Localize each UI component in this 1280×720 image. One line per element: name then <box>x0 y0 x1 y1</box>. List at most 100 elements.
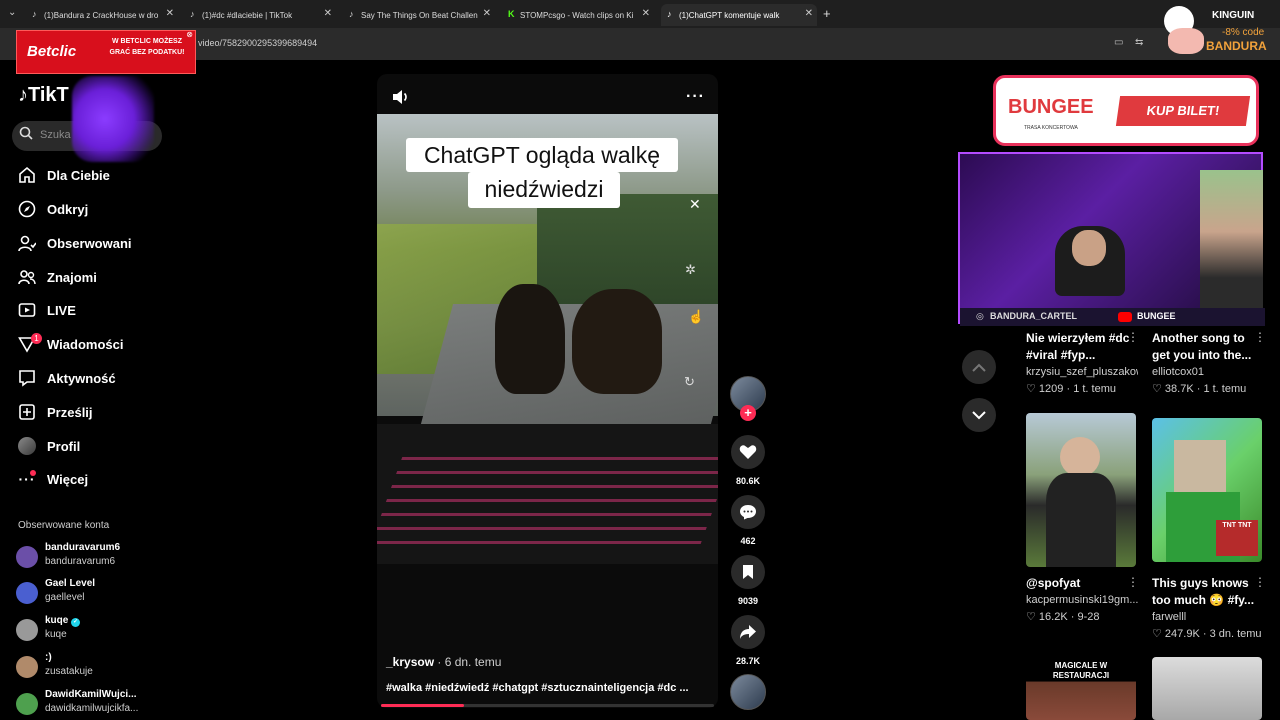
video-author[interactable]: _krysow · 6 dn. temu <box>386 655 501 669</box>
tab-close-icon[interactable]: ✕ <box>805 8 813 19</box>
bear-left <box>495 284 565 394</box>
tiktok-logo[interactable]: ♪TikT <box>18 84 69 107</box>
purple-overlay-graphic <box>72 76 154 162</box>
sparkle-icon: ✲ <box>685 262 696 277</box>
account-name: banduravarum6 <box>45 542 121 553</box>
tab-close-icon[interactable]: ✕ <box>483 8 491 19</box>
compass-icon <box>18 200 36 218</box>
next-creator-avatar[interactable] <box>730 674 766 710</box>
rec-title[interactable]: @spofyat <box>1026 575 1138 592</box>
rec-user[interactable]: krzysiu_szef_pluszakow <box>1026 366 1138 378</box>
more-options-icon[interactable]: ··· <box>686 88 705 106</box>
followed-accounts-title: Obserwowane konta <box>18 520 110 531</box>
close-overlay-icon[interactable]: ✕ <box>689 196 701 213</box>
followed-account[interactable]: Gael Level gaellevel <box>16 578 166 608</box>
rec-thumbnail[interactable] <box>1152 657 1262 720</box>
rec-title[interactable]: This guys knows too much 😳 #fy... <box>1152 575 1264 609</box>
buy-ticket-button[interactable]: KUP BILET! <box>1115 96 1251 126</box>
new-tab-button[interactable]: + <box>823 6 831 21</box>
bear-right <box>572 289 662 394</box>
sidebar-item-live[interactable]: LIVE <box>18 299 76 321</box>
browser-tab-1[interactable]: ♪ (1)Bandura z CrackHouse w dro ✕ <box>26 4 178 26</box>
betclic-logo: Betclic <box>27 43 77 60</box>
ad-close-icon[interactable]: ⊗ <box>186 30 193 39</box>
search-placeholder: Szuka <box>40 129 71 141</box>
tab-close-icon[interactable]: ✕ <box>166 8 174 19</box>
sidebar-item-dla-ciebie[interactable]: Dla Ciebie <box>18 164 110 186</box>
save-count: 9039 <box>737 596 759 606</box>
avatar <box>16 619 38 641</box>
rec-user[interactable]: elliotcox01 <box>1152 366 1264 378</box>
kick-favicon-icon: K <box>508 9 515 19</box>
tab-close-icon[interactable]: ✕ <box>642 8 650 19</box>
sidebar-item-label: Aktywność <box>47 370 116 386</box>
browser-tab-4[interactable]: K STOMPcsgo - Watch clips on Ki ✕ <box>502 4 654 26</box>
sidebar-item-label: Dla Ciebie <box>47 167 110 183</box>
browser-tab-bar: ⌄ ♪ (1)Bandura z CrackHouse w dro ✕ ♪ (1… <box>0 0 1280 28</box>
bungee-ad[interactable]: BUNGEE TRASA KONCERTOWA KUP BILET! <box>993 75 1259 146</box>
translate-icon[interactable]: ⇆ <box>1135 37 1143 48</box>
avatar-icon <box>18 437 36 455</box>
video-progress-bar[interactable] <box>381 704 714 707</box>
like-count: 80.6K <box>735 476 761 486</box>
comment-button[interactable]: 462 <box>730 495 766 546</box>
rec-thumbnail[interactable]: MAGICALE W RESTAURACJI <box>1026 657 1136 720</box>
video-hashtags[interactable]: #walka #niedźwiedź #chatgpt #sztucznaint… <box>386 682 689 694</box>
stream-brand: BUNGEE <box>1137 311 1176 321</box>
rec-title[interactable]: Another song to get you into the... <box>1152 330 1264 364</box>
browser-tab-5-active[interactable]: ♪ (1)ChatGPT komentuje walk ✕ <box>661 4 817 26</box>
sidebar-item-profil[interactable]: Profil <box>18 435 80 457</box>
tab-close-icon[interactable]: ✕ <box>324 8 332 19</box>
comment-icon <box>731 495 765 529</box>
tab-title: Say The Things On Beat Challen <box>361 10 478 20</box>
account-handle: gaellevel <box>45 592 85 603</box>
account-name: DawidKamilWujci... <box>45 689 137 700</box>
cast-icon[interactable]: ▭ <box>1114 37 1123 48</box>
followed-account[interactable]: kuqe ✓ kuqe <box>16 615 166 645</box>
followed-account[interactable]: banduravarum6 banduravarum6 <box>16 542 166 572</box>
sidebar-item-znajomi[interactable]: Znajomi <box>18 266 97 288</box>
sidebar-item-odkryj[interactable]: Odkryj <box>18 198 88 220</box>
rec-title[interactable]: Nie wierzyłem #dc #viral #fyp... <box>1026 330 1138 364</box>
kebab-menu-icon[interactable]: ⋮ <box>1254 575 1266 589</box>
previous-video-button[interactable] <box>962 350 996 384</box>
sidebar-item-wiecej[interactable]: ··· Więcej <box>18 468 89 490</box>
chevron-down-icon <box>972 410 986 419</box>
kebab-menu-icon[interactable]: ⋮ <box>1254 330 1266 344</box>
upload-icon <box>18 403 36 421</box>
caption-line-2: niedźwiedzi <box>468 172 620 208</box>
save-button[interactable]: 9039 <box>730 555 766 606</box>
kebab-menu-icon[interactable]: ⋮ <box>1127 575 1139 589</box>
avatar <box>16 693 38 715</box>
streamer-webcam-overlay: ◎ BANDURA_CARTEL BUNGEE <box>958 152 1265 326</box>
kinguin-ad[interactable]: KINGUIN -8% code BANDURA <box>1160 2 1278 58</box>
like-button[interactable]: 80.6K <box>730 435 766 486</box>
avatar <box>16 656 38 678</box>
tiktok-favicon-icon: ♪ <box>667 9 672 19</box>
next-video-button[interactable] <box>962 398 996 432</box>
follow-button[interactable]: + <box>740 405 756 421</box>
sidebar-item-przeslij[interactable]: Prześlij <box>18 401 93 423</box>
sidebar-item-aktywnosc[interactable]: Aktywność <box>18 367 116 389</box>
sidebar-item-obserwowani[interactable]: Obserwowani <box>18 232 132 254</box>
volume-icon[interactable] <box>392 89 410 110</box>
browser-tab-3[interactable]: ♪ Say The Things On Beat Challen ✕ <box>343 4 495 26</box>
kebab-menu-icon[interactable]: ⋮ <box>1127 330 1139 344</box>
cursor-pointer-icon: ☝ <box>688 309 705 324</box>
tiktok-favicon-icon: ♪ <box>349 9 354 19</box>
rec-meta: ♡ 38.7K · 1 t. temu <box>1152 383 1247 395</box>
rec-meta: ♡ 16.2K · 9-28 <box>1026 611 1100 623</box>
account-name: Gael Level <box>45 578 96 589</box>
url-text[interactable]: video/7582900295399689494 <box>198 38 317 48</box>
rec-thumbnail[interactable]: TNT TNT <box>1152 418 1262 562</box>
browser-tab-2[interactable]: ♪ (1)#dc #dlaciebie | TikTok ✕ <box>184 4 336 26</box>
followed-account[interactable]: DawidKamilWujci... dawidkamilwujcikfa... <box>16 689 166 719</box>
betclic-ad[interactable]: Betclic W BETCLIC MOŻESZ GRAĆ BEZ PODATK… <box>16 30 196 74</box>
stream-handle: BANDURA_CARTEL <box>990 311 1077 321</box>
rec-thumbnail[interactable] <box>1026 413 1136 567</box>
tab-list-chevron-icon[interactable]: ⌄ <box>8 7 16 18</box>
rec-user[interactable]: farwelll <box>1152 611 1264 623</box>
share-button[interactable]: 28.7K <box>730 615 766 666</box>
followed-account[interactable]: :) zusatakuje <box>16 652 166 682</box>
rec-user[interactable]: kacpermusinski19gm... <box>1026 594 1138 606</box>
